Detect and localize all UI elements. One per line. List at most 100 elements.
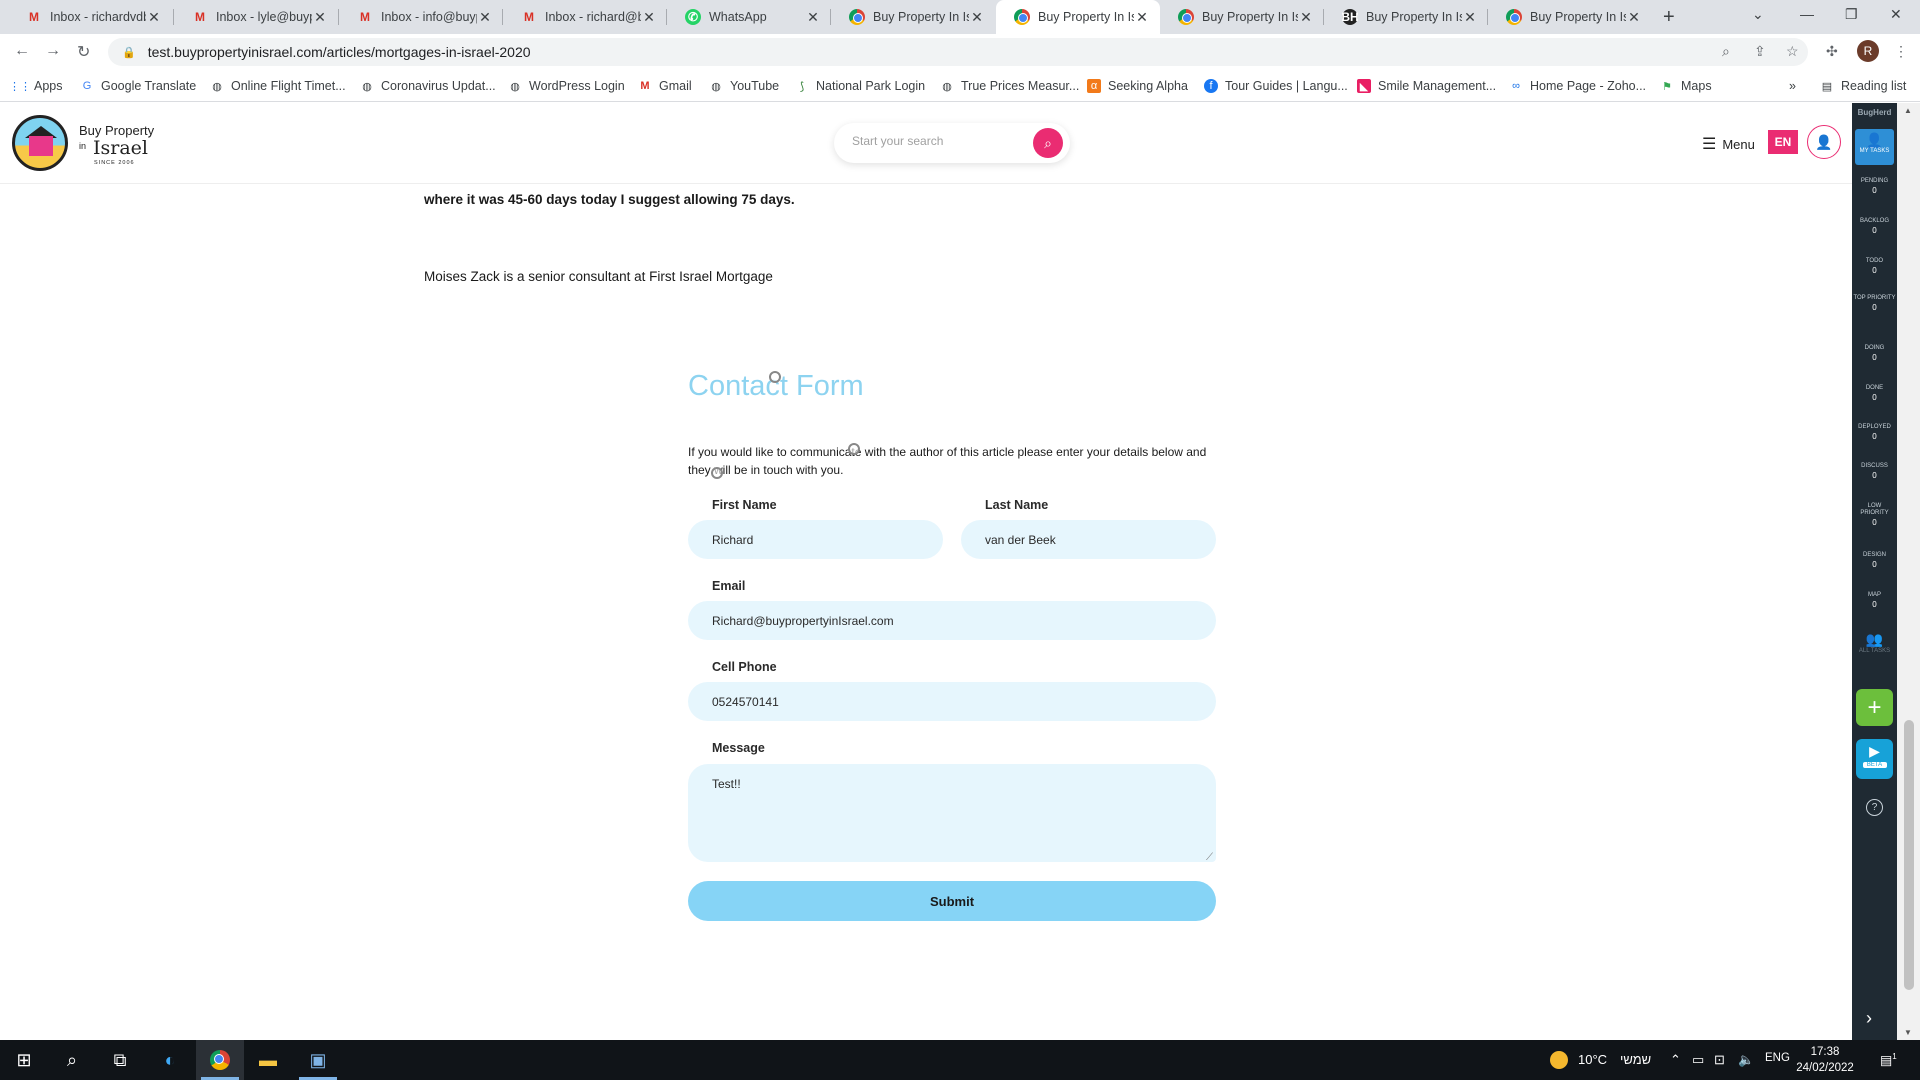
input-language[interactable]: ENG [1765,1052,1790,1064]
kebab-menu-icon[interactable]: ⋮ [1894,43,1908,60]
address-bar[interactable]: 🔒 test.buypropertyinisrael.com/articles/… [108,38,1808,66]
close-tab-icon[interactable]: ✕ [641,9,657,26]
system-clock[interactable]: 17:38 24/02/2022 [1792,1044,1858,1076]
scroll-down-arrow-icon[interactable]: ▼ [1904,1028,1912,1037]
notifications-icon[interactable]: ▤1 [1880,1052,1897,1068]
restore-icon[interactable]: ❐ [1845,6,1858,23]
scroll-up-arrow-icon[interactable]: ▲ [1904,106,1912,115]
menu-button[interactable]: ☰ Menu [1702,134,1755,154]
bookmark-item[interactable]: ◍ YouTube [709,79,779,93]
browser-tab[interactable]: Buy Property In Isr ✕ [831,0,995,34]
browser-tab[interactable]: BH Buy Property In Isr ✕ [1324,0,1488,34]
bugherd-column-todo[interactable]: TODO 0 [1852,258,1897,275]
email-input[interactable] [688,601,1216,640]
my-tasks-button[interactable]: 👤 MY TASKS [1855,129,1894,165]
bugherd-column-pending[interactable]: PENDING 0 [1852,178,1897,195]
close-tab-icon[interactable]: ✕ [1298,9,1314,26]
profile-avatar[interactable]: R [1857,40,1879,62]
close-window-icon[interactable]: ✕ [1890,6,1902,23]
extensions-puzzle-icon[interactable]: ✣ [1826,43,1838,60]
browser-tab[interactable]: M Inbox - lyle@buyp ✕ [174,0,338,34]
browser-tab-active[interactable]: Buy Property In Isr ✕ [996,0,1160,34]
close-tab-icon[interactable]: ✕ [477,9,493,26]
add-task-button[interactable]: + [1856,689,1893,726]
search-input[interactable] [852,134,1022,148]
help-icon[interactable]: ? [1866,799,1883,816]
reading-list-button[interactable]: ▤ Reading list [1820,79,1907,93]
video-feedback-button[interactable]: ▶ BETA [1856,739,1893,779]
bookmark-item[interactable]: ◍ True Prices Measur... [940,79,1079,93]
chrome-taskbar-icon[interactable] [208,1048,232,1072]
forward-arrow-icon[interactable]: → [45,42,61,60]
network-icon[interactable]: ⊡ [1714,1052,1725,1068]
weather-sun-icon[interactable] [1550,1051,1568,1069]
first-name-input[interactable] [688,520,943,559]
tray-app-icon[interactable]: ▭ [1692,1052,1704,1068]
temperature[interactable]: 10°C [1578,1052,1607,1067]
bugherd-column-design[interactable]: DESIGN 0 [1852,552,1897,569]
search-button[interactable]: ⌕ [1033,128,1063,158]
bookmark-item[interactable]: ◍ WordPress Login [508,79,624,93]
browser-tab[interactable]: M Inbox - richardvdb ✕ [8,0,172,34]
message-textarea[interactable]: Test!! [688,764,1216,862]
bookmark-item[interactable]: ∞ Home Page - Zoho... [1509,79,1646,93]
bookmark-item[interactable]: ◍ Coronavirus Updat... [360,79,495,93]
bookmark-item[interactable]: ⚑ Maps [1660,79,1712,93]
bookmark-item[interactable]: f Tour Guides | Langu... [1204,79,1348,93]
windows-start-icon[interactable]: ⊞ [12,1048,36,1072]
close-tab-icon[interactable]: ✕ [312,9,328,26]
bugherd-column-doing[interactable]: DOING 0 [1852,345,1897,362]
browser-tab[interactable]: Buy Property In Isr ✕ [1488,0,1652,34]
bookmark-item[interactable]: G Google Translate [80,79,196,93]
weather-text[interactable]: שמשי [1620,1052,1651,1067]
more-bookmarks-icon[interactable]: » [1789,79,1796,93]
submit-button[interactable]: Submit [688,881,1216,921]
bookmark-item[interactable]: M Gmail [638,79,691,93]
user-account-button[interactable]: 👤 [1807,125,1841,159]
chevron-right-icon[interactable]: › [1866,1008,1872,1029]
close-tab-icon[interactable]: ✕ [1134,9,1150,26]
tab-search-chevron-icon[interactable]: ⌄ [1752,6,1764,23]
close-tab-icon[interactable]: ✕ [805,9,821,26]
scrollbar-thumb[interactable] [1904,720,1914,990]
share-icon[interactable]: ⇪ [1754,43,1766,60]
browser-tab[interactable]: M Inbox - richard@b ✕ [503,0,667,34]
star-icon[interactable]: ☆ [1786,43,1799,60]
close-tab-icon[interactable]: ✕ [1462,9,1478,26]
browser-tab[interactable]: ✆ WhatsApp ✕ [667,0,831,34]
volume-muted-icon[interactable]: 🔈 [1738,1052,1754,1068]
task-view-icon[interactable]: ⧉ [108,1048,132,1072]
bookmark-item[interactable]: ◍ Online Flight Timet... [210,79,345,93]
all-tasks-button[interactable]: 👥 ALL TASKS [1852,631,1897,654]
last-name-input[interactable] [961,520,1216,559]
resize-grip-icon[interactable]: ⟋ [1206,852,1213,863]
tray-chevron-icon[interactable]: ⌃ [1670,1052,1681,1068]
zoom-icon[interactable]: ⌕ [1722,43,1730,60]
bugherd-column-deployed[interactable]: DEPLOYED 0 [1852,424,1897,441]
search-icon[interactable]: ⌕ [60,1048,84,1072]
bugherd-column-discuss[interactable]: DISCUSS 0 [1852,463,1897,480]
bookmark-item[interactable]: ⟆ National Park Login [795,79,925,93]
edge-browser-icon[interactable]: ◐ [158,1048,182,1072]
close-tab-icon[interactable]: ✕ [146,9,162,26]
cell-phone-input[interactable] [688,682,1216,721]
language-button[interactable]: EN [1768,130,1798,154]
reload-icon[interactable]: ↻ [77,42,90,62]
close-tab-icon[interactable]: ✕ [1626,9,1642,26]
bookmark-item[interactable]: ◣ Smile Management... [1357,79,1496,93]
bugherd-column-backlog[interactable]: BACKLOG 0 [1852,218,1897,235]
app-taskbar-icon[interactable]: ▣ [306,1048,330,1072]
browser-tab[interactable]: M Inbox - info@buyp ✕ [339,0,503,34]
site-logo-icon[interactable] [12,115,68,171]
back-arrow-icon[interactable]: ← [14,42,30,60]
file-explorer-icon[interactable]: ▬ [256,1048,280,1072]
bugherd-column-top-priority[interactable]: TOP PRIORITY 0 [1852,295,1897,312]
close-tab-icon[interactable]: ✕ [969,9,985,26]
new-tab-icon[interactable]: + [1663,6,1675,29]
bugherd-column-done[interactable]: DONE 0 [1852,385,1897,402]
bookmark-item[interactable]: α Seeking Alpha [1087,79,1188,93]
browser-tab[interactable]: Buy Property In Isr ✕ [1160,0,1324,34]
bookmark-item[interactable]: ⋮⋮ Apps [9,79,63,93]
bugherd-column-low-priority[interactable]: LOW PRIORITY 0 [1852,503,1897,527]
minimize-icon[interactable]: — [1800,6,1814,22]
